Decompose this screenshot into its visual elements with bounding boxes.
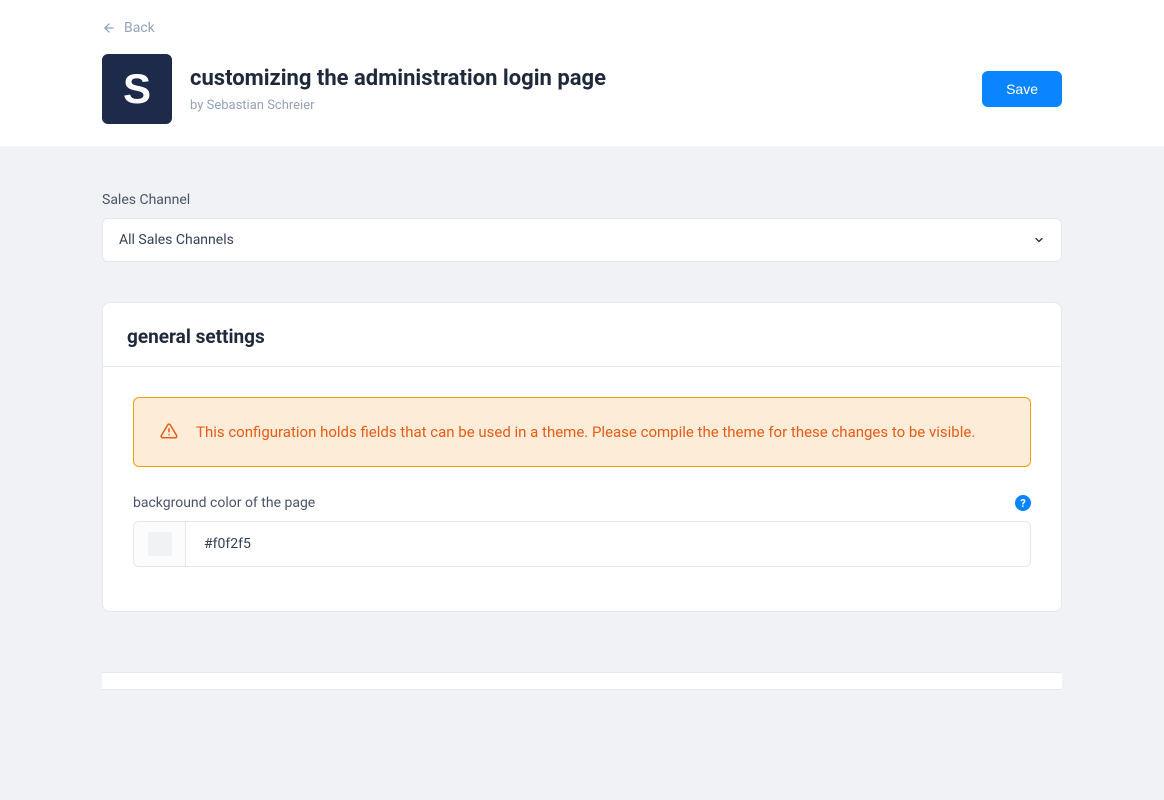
plugin-author: by Sebastian Schreier	[190, 98, 606, 113]
back-label: Back	[124, 20, 155, 36]
bg-color-label: background color of the page	[133, 495, 315, 511]
sales-channel-selected-value: All Sales Channels	[119, 232, 234, 248]
sales-channel-select[interactable]: All Sales Channels	[102, 218, 1062, 262]
save-button[interactable]: Save	[982, 71, 1062, 107]
page-title: customizing the administration login pag…	[190, 65, 606, 94]
page-header: Back S customizing the administration lo…	[0, 0, 1164, 146]
bg-color-field	[133, 521, 1031, 567]
general-settings-card: general settings This configuration hold…	[102, 302, 1062, 612]
color-swatch-button[interactable]	[134, 522, 186, 566]
section-divider	[102, 672, 1062, 690]
alert-text: This configuration holds fields that can…	[196, 420, 975, 444]
chevron-down-icon	[1033, 234, 1045, 246]
card-header: general settings	[103, 303, 1061, 367]
back-link[interactable]: Back	[102, 20, 155, 36]
card-title: general settings	[127, 325, 1037, 348]
help-icon[interactable]: ?	[1015, 495, 1031, 511]
arrow-left-icon	[102, 21, 116, 35]
bg-color-input[interactable]	[186, 522, 1030, 566]
author-name: Sebastian Schreier	[207, 98, 315, 113]
author-prefix: by	[190, 98, 207, 113]
warning-icon	[160, 422, 178, 444]
theme-compile-alert: This configuration holds fields that can…	[133, 397, 1031, 467]
plugin-icon: S	[102, 54, 172, 124]
plugin-icon-letter: S	[123, 65, 151, 113]
main-content: Sales Channel All Sales Channels general…	[0, 146, 1164, 730]
sales-channel-label: Sales Channel	[102, 192, 1062, 208]
color-swatch	[148, 532, 172, 556]
